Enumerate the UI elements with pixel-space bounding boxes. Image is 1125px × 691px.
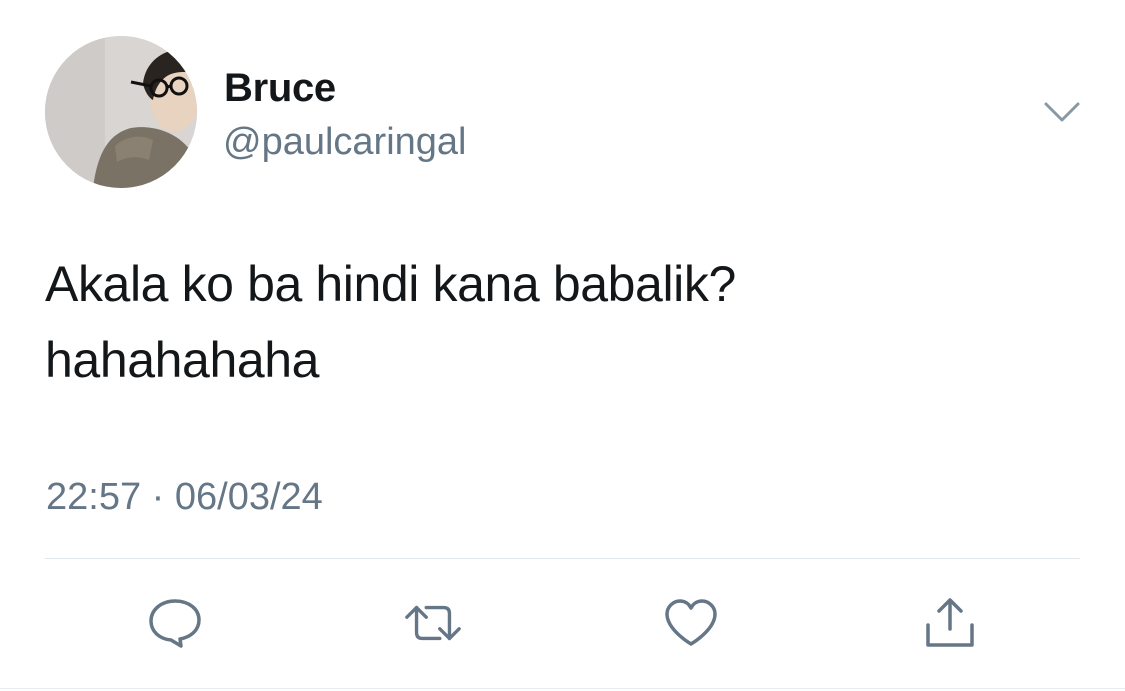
display-name[interactable]: Bruce — [224, 64, 336, 112]
chevron-down-icon — [1044, 102, 1080, 122]
retweet-button[interactable] — [403, 593, 463, 653]
tweet-card: Bruce @paulcaringal Akala ko ba hindi ka… — [0, 0, 1125, 691]
like-button[interactable] — [661, 593, 721, 653]
tweet-menu-button[interactable] — [1042, 98, 1082, 126]
speech-bubble-icon — [149, 599, 201, 648]
timestamp[interactable]: 22:57 · 06/03/24 — [46, 474, 323, 520]
share-button[interactable] — [920, 593, 980, 653]
profile-photo-icon — [45, 36, 197, 188]
user-handle[interactable]: @paulcaringal — [223, 119, 467, 165]
avatar[interactable] — [45, 36, 197, 188]
divider — [0, 688, 1125, 689]
reply-button[interactable] — [145, 593, 205, 653]
heart-icon — [665, 599, 717, 646]
divider — [45, 558, 1080, 559]
retweet-arrows-icon — [405, 605, 461, 641]
tweet-text-line: hahahahaha — [45, 332, 320, 388]
share-upload-icon — [926, 598, 974, 647]
tweet-text-line: Akala ko ba hindi kana babalik? — [45, 256, 736, 312]
tweet-text: Akala ko ba hindi kana babalik? hahahaha… — [45, 246, 1075, 398]
